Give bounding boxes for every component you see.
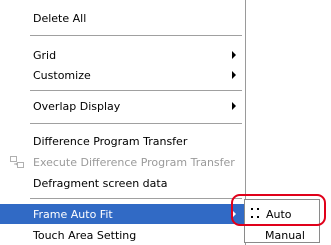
menu-item-defragment-screen-data[interactable]: Defragment screen data (0, 173, 245, 193)
submenu-arrow-icon (232, 51, 236, 59)
menu-item-overlap-display[interactable]: Overlap Display (0, 96, 245, 116)
menu-item-delete-all-label: Delete All (33, 11, 87, 25)
submenu-item-manual-label: Manual (265, 228, 305, 242)
menu-item-execute-difference-program-transfer[interactable]: Execute Difference Program Transfer (0, 152, 245, 172)
menu-item-touch-area-setting[interactable]: Touch Area Setting (0, 225, 245, 245)
menu-item-execute-difference-program-transfer-label: Execute Difference Program Transfer (33, 155, 235, 169)
menu-separator (30, 198, 242, 200)
menu-item-frame-auto-fit-label: Frame Auto Fit (33, 207, 113, 221)
menu-item-defragment-screen-data-label: Defragment screen data (33, 176, 168, 190)
menu-item-difference-program-transfer-label: Difference Program Transfer (33, 134, 188, 148)
radio-dots-icon (251, 208, 259, 218)
menu-item-touch-area-setting-label: Touch Area Setting (33, 228, 137, 242)
menu-item-grid-label: Grid (33, 48, 57, 62)
frame-auto-fit-submenu: Auto Manual (244, 199, 320, 243)
submenu-item-auto-label: Auto (266, 207, 292, 221)
menu-item-customize[interactable]: Customize (0, 65, 245, 85)
menu-item-difference-program-transfer[interactable]: Difference Program Transfer (0, 131, 245, 151)
submenu-arrow-icon (232, 102, 236, 110)
menu-separator (30, 90, 242, 92)
menu-item-customize-label: Customize (33, 68, 91, 82)
menu-item-delete-all[interactable]: Delete All (0, 8, 245, 28)
menu-item-frame-auto-fit[interactable]: Frame Auto Fit (0, 204, 245, 224)
submenu-item-manual[interactable]: Manual (245, 225, 319, 245)
submenu-item-auto[interactable]: Auto (245, 204, 319, 224)
menu-separator (30, 123, 242, 125)
submenu-arrow-icon (232, 210, 236, 218)
menu-item-overlap-display-label: Overlap Display (33, 99, 121, 113)
submenu-arrow-icon (232, 71, 236, 79)
menu-item-grid[interactable]: Grid (0, 45, 245, 65)
menu-separator (30, 35, 242, 37)
context-menu: Delete All Grid Customize Overlap Displa… (0, 0, 246, 245)
transfer-icon (10, 156, 24, 168)
